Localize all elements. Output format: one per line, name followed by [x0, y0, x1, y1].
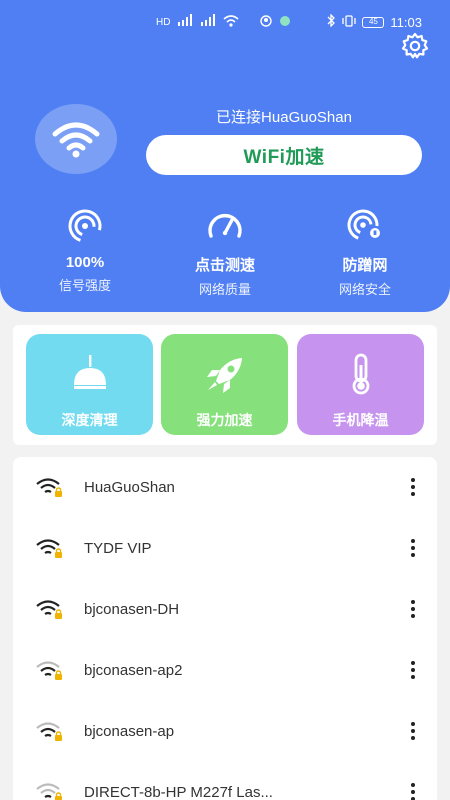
signal-icon	[68, 209, 102, 243]
network-row[interactable]: bjconasen-ap	[13, 701, 437, 761]
more-dot	[411, 661, 415, 665]
locked-wifi-icon	[36, 478, 62, 497]
more-dot	[411, 736, 415, 740]
battery-icon: 45	[362, 16, 385, 28]
speedometer-icon	[208, 213, 242, 238]
more-options-button[interactable]	[403, 721, 423, 741]
tools-card: 深度清理 强力加速 手机降温	[13, 325, 437, 445]
more-dot	[411, 675, 415, 679]
gear-icon	[401, 32, 429, 59]
more-dot	[411, 783, 415, 787]
bluetooth-icon	[326, 13, 336, 30]
locked-wifi-icon	[36, 661, 62, 680]
network-name: HuaGuoShan	[84, 479, 175, 496]
stat-security-value: 防蹭网	[342, 257, 388, 274]
network-row[interactable]: DIRECT-8b-HP M227f Las...	[13, 762, 437, 800]
more-dot	[411, 729, 415, 733]
signal-5g-icon-2	[200, 14, 216, 31]
settings-button[interactable]	[400, 31, 430, 61]
network-name: bjconasen-ap2	[84, 662, 183, 679]
more-options-button[interactable]	[403, 660, 423, 680]
stat-security[interactable]: 防蹭网 网络安全	[305, 208, 425, 298]
wifi-boost-button[interactable]: WiFi加速	[146, 135, 422, 175]
more-dot	[411, 607, 415, 611]
thermometer-icon	[352, 353, 369, 395]
status-left: HD	[156, 14, 291, 31]
tool-boost-label: 强力加速	[196, 412, 253, 428]
status-right: 45 11:03	[326, 13, 422, 30]
more-dot	[411, 722, 415, 726]
vibrate-icon	[342, 14, 357, 30]
network-name: bjconasen-ap	[84, 723, 175, 740]
more-options-button[interactable]	[403, 538, 423, 558]
more-options-button[interactable]	[403, 477, 423, 497]
locked-wifi-icon	[36, 600, 62, 619]
hd-icon: HD	[156, 16, 171, 28]
more-dot	[411, 614, 415, 618]
wifi-badge	[35, 104, 117, 174]
tool-boost[interactable]: 强力加速	[161, 334, 288, 435]
more-dot	[411, 492, 415, 496]
more-options-button[interactable]	[403, 782, 423, 800]
more-dot	[411, 546, 415, 550]
more-dot	[411, 600, 415, 604]
more-dot	[411, 790, 415, 794]
status-bar: HD 45 11:03	[0, 12, 450, 32]
more-dot	[411, 478, 415, 482]
network-row[interactable]: TYDF VIP	[13, 518, 437, 578]
more-dot	[411, 553, 415, 557]
wifi-network-list: HuaGuoShan TYDF VIP bjconasen-DH bjconas…	[13, 457, 437, 800]
network-name: bjconasen-DH	[84, 601, 180, 618]
tool-cooling-label: 手机降温	[332, 412, 389, 428]
stat-signal-value: 100%	[65, 254, 105, 271]
locked-wifi-icon	[36, 783, 62, 800]
rocket-icon	[206, 358, 242, 393]
more-options-button[interactable]	[403, 599, 423, 619]
tool-deep-clean[interactable]: 深度清理	[26, 334, 153, 435]
network-row[interactable]: bjconasen-ap2	[13, 640, 437, 700]
network-name: DIRECT-8b-HP M227f Las...	[84, 784, 273, 800]
stat-speed-value: 点击测速	[194, 257, 255, 274]
clock: 11:03	[390, 14, 422, 30]
status-wifi-icon	[223, 15, 239, 30]
status-app-icon-2	[279, 15, 291, 30]
stat-speed[interactable]: 点击测速 网络质量	[165, 208, 285, 298]
stat-security-label: 网络安全	[338, 282, 391, 297]
stat-signal[interactable]: 100% 信号强度	[25, 208, 145, 294]
connected-status: 已连接HuaGuoShan	[216, 109, 352, 126]
more-dot	[411, 668, 415, 672]
tool-cooling[interactable]: 手机降温	[297, 334, 424, 435]
locked-wifi-icon	[36, 722, 62, 741]
lamp-icon	[73, 355, 106, 389]
locked-wifi-icon	[36, 539, 62, 558]
wifi-icon	[52, 122, 100, 158]
header-panel: HD 45 11:03 已连接HuaGuoShan WiFi加速 100% 信号…	[0, 0, 450, 312]
stat-signal-label: 信号强度	[58, 278, 111, 293]
status-app-icon	[260, 15, 273, 30]
tool-deep-clean-label: 深度清理	[61, 412, 118, 428]
network-row[interactable]: bjconasen-DH	[13, 579, 437, 639]
network-row[interactable]: HuaGuoShan	[13, 457, 437, 517]
signal-5g-icon	[177, 14, 193, 31]
stat-speed-label: 网络质量	[198, 282, 251, 297]
more-dot	[411, 539, 415, 543]
security-icon	[347, 209, 380, 241]
more-dot	[411, 485, 415, 489]
network-name: TYDF VIP	[84, 540, 152, 557]
